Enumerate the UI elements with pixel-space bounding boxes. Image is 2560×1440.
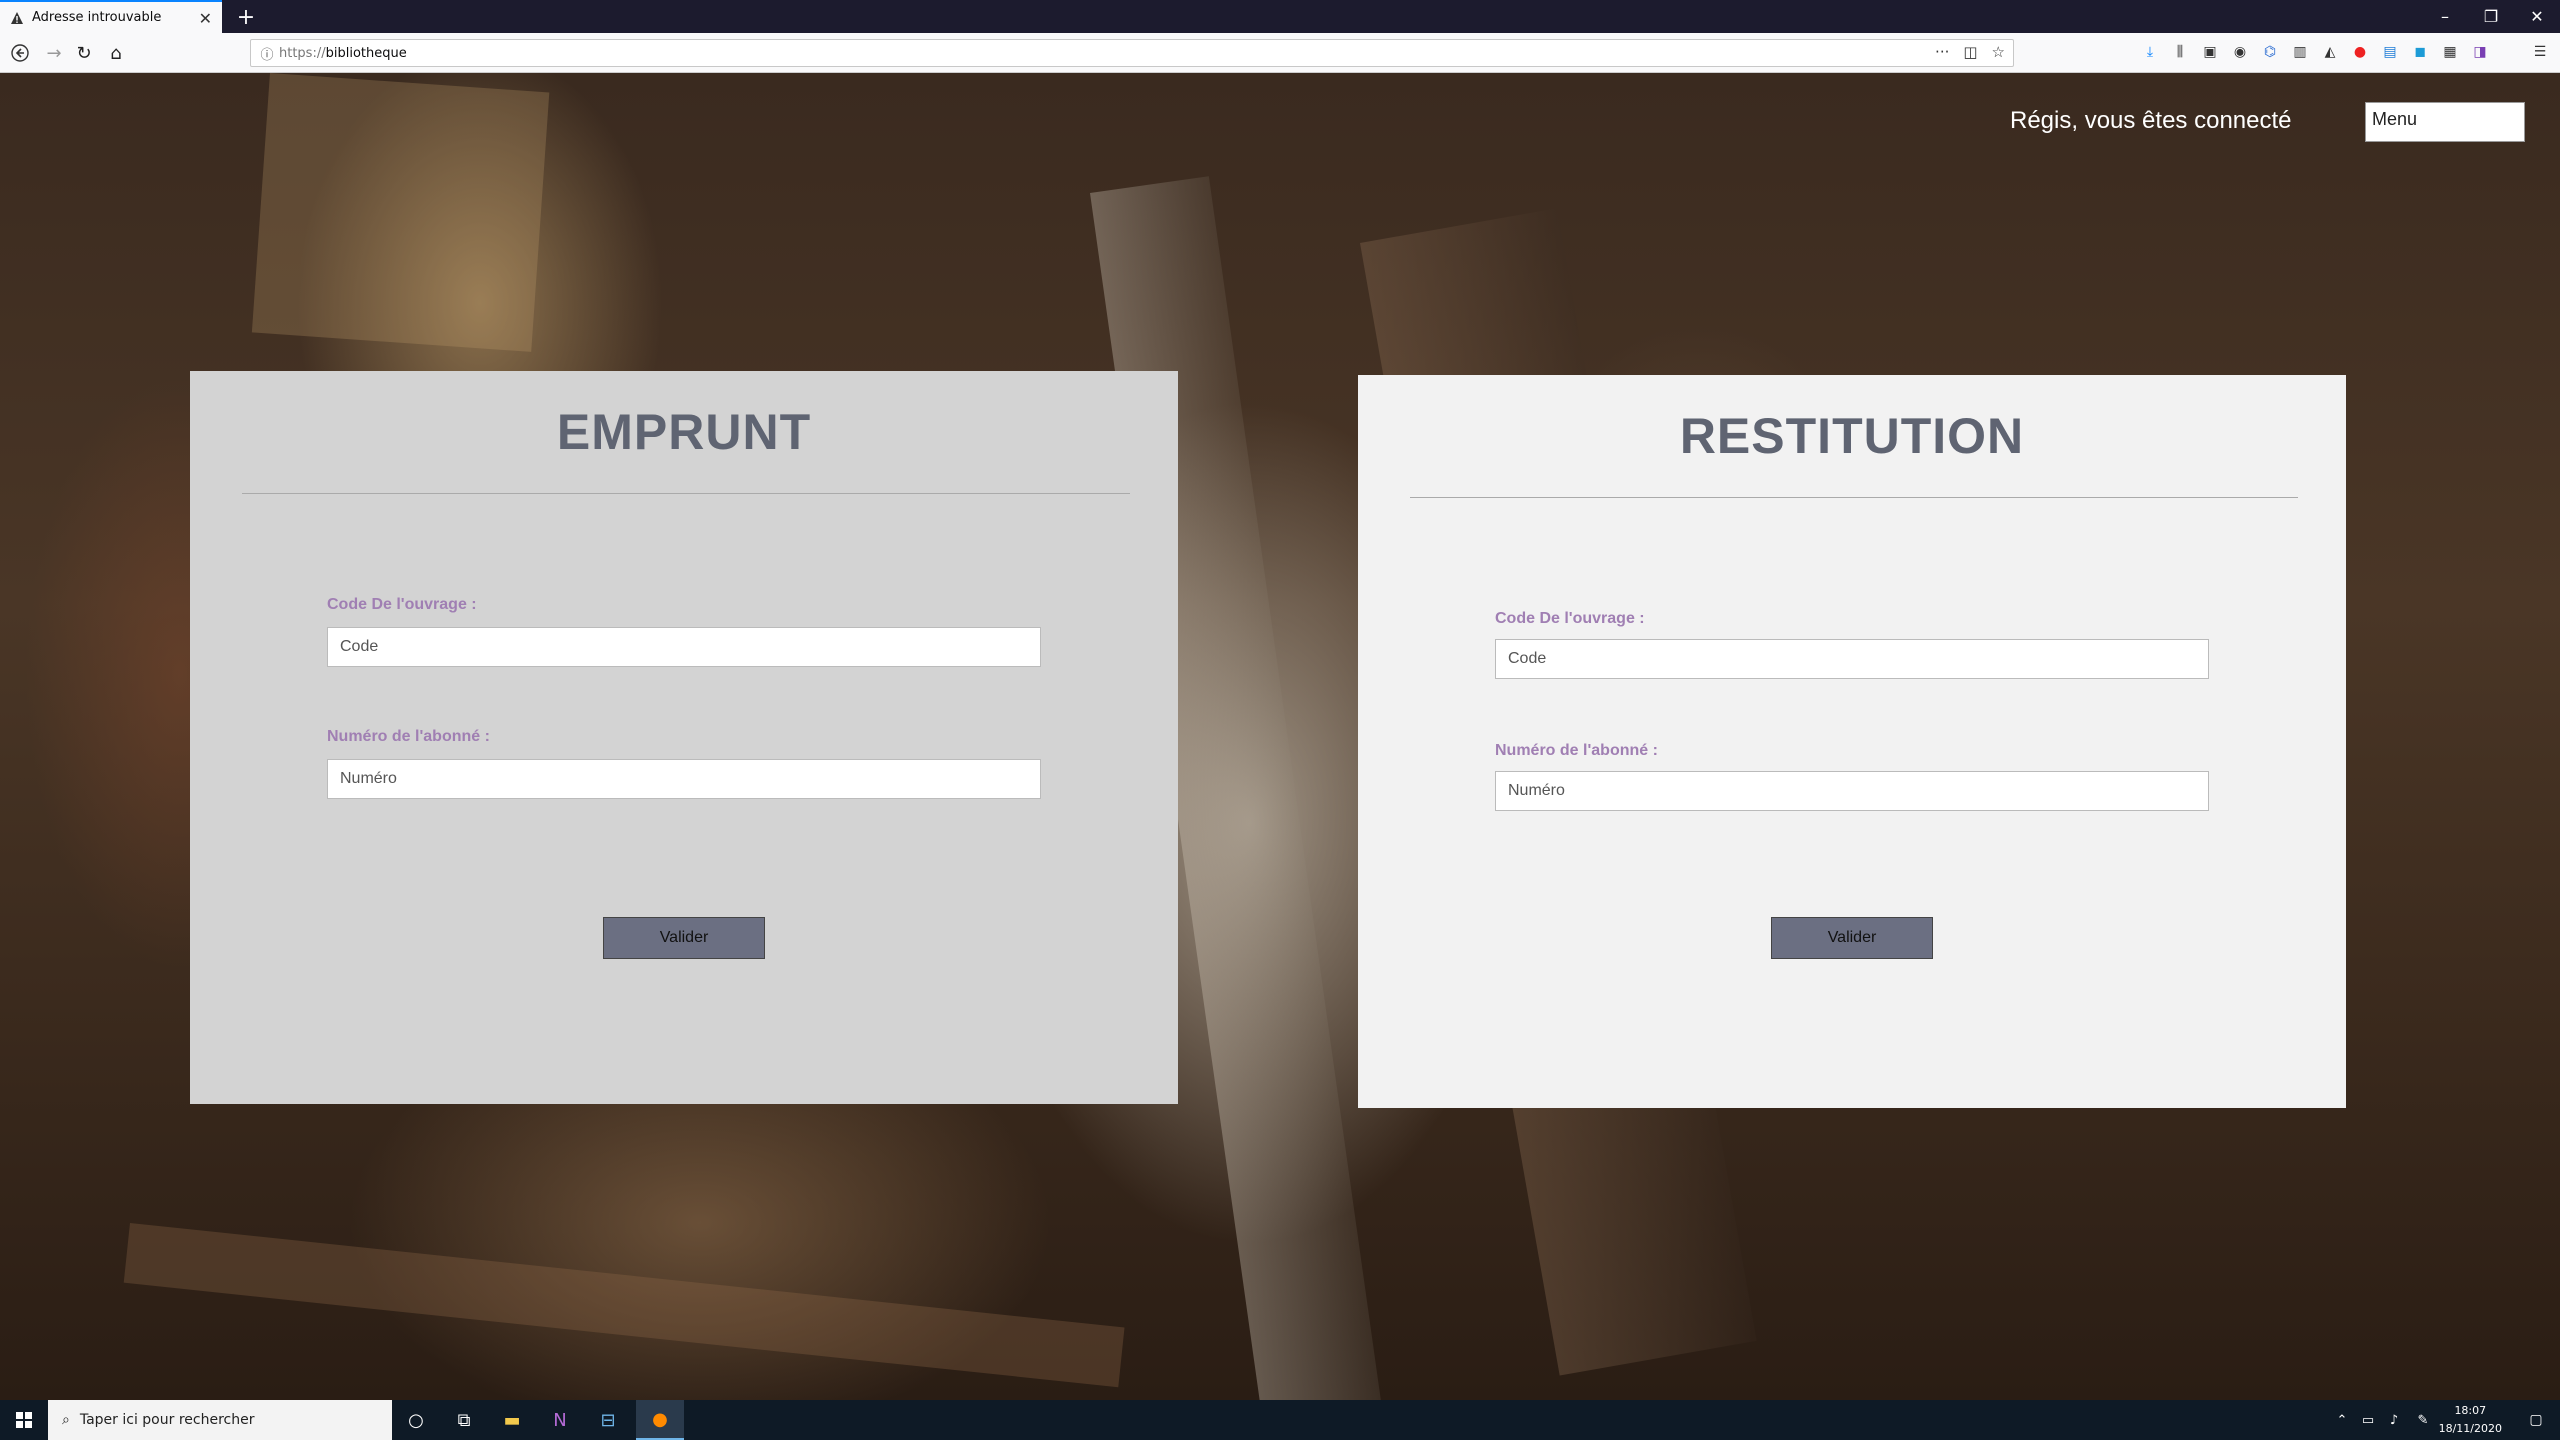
divider: [1410, 497, 2298, 498]
taskbar-search[interactable]: ⌕ Taper ici pour rechercher: [48, 1400, 392, 1440]
code-label: Code De l'ouvrage :: [1495, 610, 1645, 627]
browser-tab[interactable]: Adresse introuvable ✕: [0, 0, 222, 33]
cortana-icon[interactable]: ○: [392, 1400, 440, 1440]
grid-icon[interactable]: ▦: [2440, 42, 2460, 62]
system-clock[interactable]: 18:07 18/11/2020: [2439, 1402, 2502, 1438]
bookmark-star-icon[interactable]: ☆: [1992, 43, 2005, 61]
library-icon[interactable]: ⫼: [2170, 42, 2190, 62]
restitution-submit-button[interactable]: Valider: [1771, 917, 1933, 959]
divider: [242, 493, 1130, 494]
menu-select[interactable]: Menu: [2365, 102, 2525, 142]
tab-title: Adresse introuvable: [32, 10, 162, 25]
sidebar-icon[interactable]: ▣: [2200, 42, 2220, 62]
book-spine-decoration: [251, 73, 550, 352]
extension-red-icon[interactable]: ●: [2350, 42, 2370, 62]
home-icon[interactable]: ⌂: [102, 39, 130, 67]
info-icon[interactable]: ⓘ: [255, 44, 279, 63]
clock-date: 18/11/2020: [2438, 1422, 2502, 1435]
account-icon[interactable]: ◉: [2230, 42, 2250, 62]
emprunt-title: EMPRUNT: [556, 404, 812, 460]
volume-icon[interactable]: ♪: [2382, 1400, 2406, 1440]
download-icon[interactable]: ⤓: [2140, 42, 2160, 62]
notification-icon[interactable]: ▢: [2516, 1400, 2556, 1440]
code-input[interactable]: [1495, 639, 2209, 679]
address-bar[interactable]: ⓘ https:// bibliotheque ··· ◫ ☆: [250, 39, 2014, 67]
onenote-taskbar-icon[interactable]: N: [536, 1400, 584, 1440]
search-icon: ⌕: [62, 1412, 70, 1428]
app-icon[interactable]: ⊟: [584, 1400, 632, 1440]
url-host: bibliotheque: [325, 45, 407, 61]
forward-icon[interactable]: →: [40, 39, 68, 67]
browser-tab-bar: Adresse introuvable ✕ + – ❐ ✕: [0, 0, 2560, 33]
firefox-taskbar-icon[interactable]: ●: [636, 1400, 684, 1440]
numero-input[interactable]: [327, 759, 1041, 799]
extension-icon[interactable]: ◭: [2320, 42, 2340, 62]
translate-icon[interactable]: ⌬: [2260, 42, 2280, 62]
numero-label: Numéro de l'abonné :: [327, 728, 490, 745]
tray-chevron-icon[interactable]: ⌃: [2330, 1400, 2354, 1440]
close-tab-icon[interactable]: ✕: [199, 9, 212, 28]
close-window-icon[interactable]: ✕: [2514, 0, 2560, 33]
pen-icon[interactable]: ✎: [2410, 1400, 2436, 1440]
file-explorer-icon[interactable]: ▬: [488, 1400, 536, 1440]
extension-s-icon[interactable]: ◼: [2410, 42, 2430, 62]
minimize-icon[interactable]: –: [2422, 0, 2468, 33]
numero-label: Numéro de l'abonné :: [1495, 742, 1658, 759]
clock-time: 18:07: [2454, 1404, 2487, 1417]
restitution-card: RESTITUTION Code De l'ouvrage : Numéro d…: [1358, 375, 2346, 1108]
warning-icon: [10, 11, 24, 25]
reload-icon[interactable]: ↻: [70, 39, 98, 67]
windows-taskbar: ⌕ Taper ici pour rechercher ○ ⧉ ▬ N ⊟ ● …: [0, 1400, 2560, 1440]
extension-blue-icon[interactable]: ▤: [2380, 42, 2400, 62]
restitution-title: RESTITUTION: [1679, 408, 2025, 464]
task-view-icon[interactable]: ⧉: [440, 1400, 488, 1440]
network-icon[interactable]: ▭: [2356, 1400, 2380, 1440]
restore-icon[interactable]: ❐: [2468, 0, 2514, 33]
emprunt-submit-button[interactable]: Valider: [603, 917, 765, 959]
emprunt-card: EMPRUNT Code De l'ouvrage : Numéro de l'…: [190, 371, 1178, 1104]
code-label: Code De l'ouvrage :: [327, 596, 477, 613]
user-status: Régis, vous êtes connecté: [2010, 107, 2292, 134]
hamburger-menu-icon[interactable]: ☰: [2530, 42, 2550, 62]
numero-input[interactable]: [1495, 771, 2209, 811]
url-protocol: https://: [279, 45, 326, 61]
book-spine-decoration: [123, 1223, 1125, 1388]
browser-nav-bar: → ↻ ⌂ ⓘ https:// bibliotheque ··· ◫ ☆ ⤓ …: [0, 33, 2560, 73]
search-placeholder: Taper ici pour rechercher: [79, 1412, 255, 1428]
pocket-icon[interactable]: ◫: [1963, 43, 1977, 61]
windows-start-icon[interactable]: [0, 1400, 48, 1440]
back-icon[interactable]: [6, 39, 34, 67]
new-tab-icon[interactable]: +: [232, 3, 260, 31]
barcode-icon[interactable]: ▥: [2290, 42, 2310, 62]
page-actions-icon[interactable]: ···: [1935, 43, 1949, 61]
onenote-icon[interactable]: ◨: [2470, 42, 2490, 62]
code-input[interactable]: [327, 627, 1041, 667]
